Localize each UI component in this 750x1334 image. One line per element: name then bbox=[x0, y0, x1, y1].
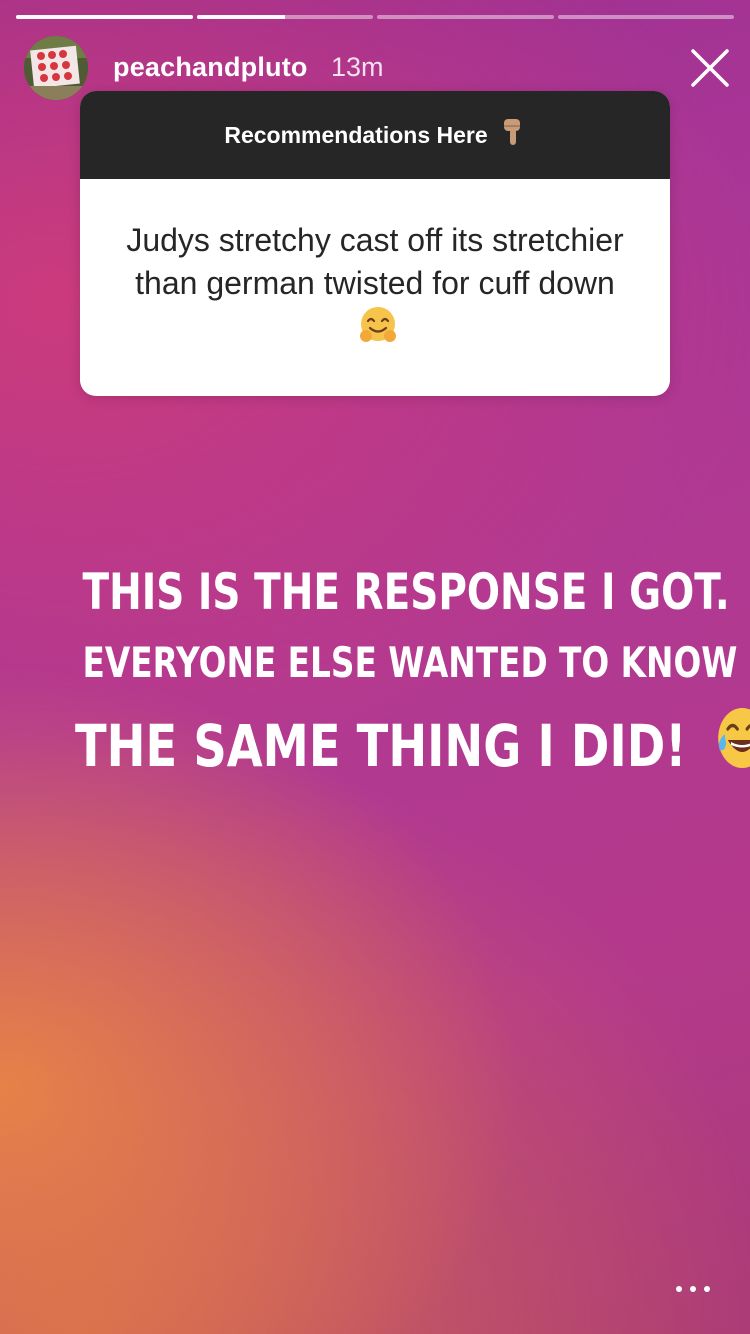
question-title: Recommendations Here bbox=[224, 121, 488, 148]
more-dot bbox=[704, 1286, 710, 1292]
question-card: Recommendations Here Judys stretchy cast… bbox=[80, 91, 670, 396]
close-icon[interactable] bbox=[690, 48, 730, 88]
progress-segment-3 bbox=[377, 15, 554, 19]
progress-segment-1 bbox=[16, 15, 193, 19]
question-card-header: Recommendations Here bbox=[80, 91, 670, 179]
progress-segment-2 bbox=[196, 15, 373, 19]
caption-line-1: THIS IS THE RESPONSE I GOT. bbox=[82, 563, 730, 621]
answer-text: Judys stretchy cast off its stretchier t… bbox=[126, 222, 624, 301]
caption-line-3-text: THE SAME THING I DID! bbox=[75, 712, 687, 780]
pointing-down-hand-icon bbox=[500, 117, 526, 153]
story-timestamp: 13m bbox=[331, 52, 384, 82]
more-options-icon[interactable] bbox=[676, 1280, 710, 1298]
caption-line-2: EVERYONE ELSE WANTED TO KNOW bbox=[82, 638, 738, 687]
username[interactable]: peachandpluto bbox=[113, 52, 308, 83]
story-progress-bar bbox=[16, 15, 734, 19]
more-dot bbox=[690, 1286, 696, 1292]
question-answer: Judys stretchy cast off its stretchier t… bbox=[80, 179, 670, 396]
avatar[interactable] bbox=[24, 36, 88, 100]
hugging-face-icon bbox=[358, 305, 398, 356]
laughing-tears-icon bbox=[714, 702, 750, 792]
caption-line-3: THE SAME THING I DID! bbox=[75, 702, 750, 792]
avatar-image bbox=[24, 36, 88, 100]
more-dot bbox=[676, 1286, 682, 1292]
progress-segment-4 bbox=[557, 15, 734, 19]
